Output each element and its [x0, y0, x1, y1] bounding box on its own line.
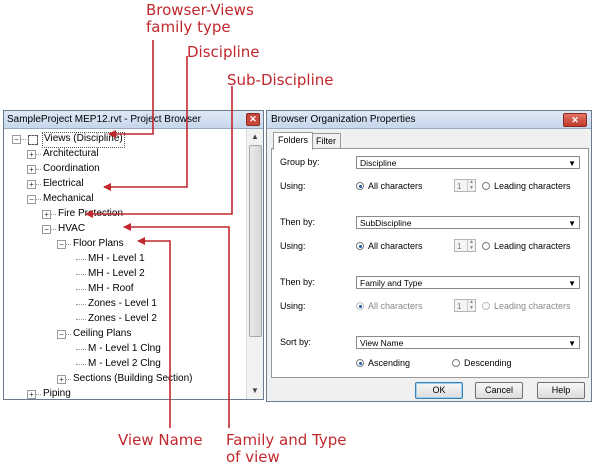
- using-label: Using:: [280, 241, 306, 251]
- close-icon[interactable]: ✕: [246, 113, 260, 126]
- leading-characters-label: Leading characters: [494, 301, 571, 311]
- tree-item[interactable]: Sections (Building Section): [73, 372, 193, 386]
- leading-characters-label: Leading characters: [494, 241, 571, 251]
- tree-item[interactable]: MH - Level 2: [88, 267, 145, 281]
- chevron-down-icon: ▼: [568, 279, 576, 288]
- sort-by-label: Sort by:: [280, 337, 312, 347]
- leading-characters-label: Leading characters: [494, 181, 571, 191]
- collapse-icon[interactable]: −: [42, 225, 51, 234]
- ok-button[interactable]: OK: [415, 382, 463, 399]
- ascending-radio[interactable]: [356, 359, 364, 367]
- collapse-icon[interactable]: −: [12, 135, 21, 144]
- expand-icon[interactable]: +: [57, 375, 66, 384]
- collapse-icon[interactable]: −: [27, 195, 36, 204]
- then-by-dropdown[interactable]: SubDiscipline ▼: [356, 216, 580, 229]
- char-count-stepper[interactable]: 1 ▲ ▼: [454, 239, 476, 252]
- using-label: Using:: [280, 301, 306, 311]
- views-icon: [28, 135, 38, 145]
- expand-icon[interactable]: +: [27, 150, 36, 159]
- collapse-icon[interactable]: −: [57, 240, 66, 249]
- chevron-down-icon: ▼: [568, 339, 576, 348]
- expand-icon[interactable]: +: [42, 210, 51, 219]
- char-count-stepper: 1 ▲ ▼: [454, 299, 476, 312]
- cancel-button[interactable]: Cancel: [475, 382, 523, 399]
- tree-item[interactable]: Views (Discipline): [42, 132, 125, 148]
- scroll-up-icon[interactable]: ▲: [248, 130, 262, 144]
- tree-item[interactable]: Coordination: [43, 162, 100, 176]
- tree-item[interactable]: Zones - Level 1: [88, 297, 157, 311]
- tree-item[interactable]: Architectural: [43, 147, 99, 161]
- tree-item[interactable]: Piping: [43, 387, 71, 399]
- project-browser-title: SampleProject MEP12.rvt - Project Browse…: [7, 114, 201, 125]
- dialog-title: Browser Organization Properties: [271, 114, 416, 125]
- group-by-dropdown[interactable]: Discipline ▼: [356, 156, 580, 169]
- project-browser-title-bar: SampleProject MEP12.rvt - Project Browse…: [4, 111, 263, 129]
- callout-family-and-type: Family and Type of view: [226, 431, 347, 466]
- tree-item[interactable]: MH - Level 1: [88, 252, 145, 266]
- collapse-icon[interactable]: −: [57, 330, 66, 339]
- expand-icon[interactable]: +: [27, 180, 36, 189]
- callout-view-name: View Name: [118, 431, 203, 449]
- group-by-label: Group by:: [280, 157, 320, 167]
- callout-sub-discipline: Sub-Discipline: [227, 71, 334, 89]
- help-button[interactable]: Help: [537, 382, 585, 399]
- tree-connector: [76, 319, 86, 320]
- tree-item[interactable]: Fire Protection: [58, 207, 123, 221]
- tree-connector: [76, 274, 86, 275]
- leading-characters-radio: [482, 302, 490, 310]
- project-browser-panel: SampleProject MEP12.rvt - Project Browse…: [3, 110, 264, 400]
- tree-item[interactable]: Electrical: [43, 177, 84, 191]
- tree-connector: [76, 349, 86, 350]
- tree-item[interactable]: M - Level 1 Clng: [88, 342, 161, 356]
- all-characters-label: All characters: [368, 301, 423, 311]
- tab-folders[interactable]: Folders: [273, 132, 314, 150]
- tree-item[interactable]: MH - Roof: [88, 282, 134, 296]
- chevron-down-icon: ▼: [568, 159, 576, 168]
- scroll-down-icon[interactable]: ▼: [248, 384, 262, 398]
- then-by-label: Then by:: [280, 277, 316, 287]
- all-characters-radio[interactable]: [356, 182, 364, 190]
- tree-connector: [76, 289, 86, 290]
- tab-filter[interactable]: Filter: [311, 133, 341, 149]
- tree-item[interactable]: Mechanical: [43, 192, 94, 206]
- tree-item[interactable]: Floor Plans: [73, 237, 124, 251]
- project-browser-tree[interactable]: − Views (Discipline) + Architectural + Coordi…: [4, 129, 247, 399]
- callout-discipline: Discipline: [187, 43, 260, 61]
- tree-connector: [76, 304, 86, 305]
- tree-item[interactable]: Zones - Level 2: [88, 312, 157, 326]
- descending-label: Descending: [464, 358, 512, 368]
- tree-connector: [76, 364, 86, 365]
- folders-panel: Group by: Discipline ▼ Using: All charact…: [271, 148, 589, 378]
- then-by-label: Then by:: [280, 217, 316, 227]
- all-characters-label: All characters: [368, 241, 423, 251]
- then-by-dropdown[interactable]: Family and Type ▼: [356, 276, 580, 289]
- leading-characters-radio[interactable]: [482, 242, 490, 250]
- tree-item[interactable]: HVAC: [58, 222, 85, 236]
- tree-item[interactable]: Ceiling Plans: [73, 327, 131, 341]
- all-characters-radio[interactable]: [356, 242, 364, 250]
- tree-connector: [76, 259, 86, 260]
- char-count-stepper[interactable]: 1 ▲ ▼: [454, 179, 476, 192]
- sort-by-dropdown[interactable]: View Name ▼: [356, 336, 580, 349]
- scrollbar[interactable]: ▲ ▼: [246, 129, 263, 399]
- chevron-down-icon: ▼: [568, 219, 576, 228]
- callout-browser-views-family-type: Browser-Views family type: [146, 1, 254, 36]
- dialog-title-bar: Browser Organization Properties ✕: [267, 111, 591, 129]
- all-characters-label: All characters: [368, 181, 423, 191]
- all-characters-radio: [356, 302, 364, 310]
- using-label: Using:: [280, 181, 306, 191]
- descending-radio[interactable]: [452, 359, 460, 367]
- ascending-label: Ascending: [368, 358, 411, 368]
- scrollbar-thumb[interactable]: [249, 145, 262, 337]
- leading-characters-radio[interactable]: [482, 182, 490, 190]
- browser-organization-dialog: Browser Organization Properties ✕ Folder…: [266, 110, 592, 402]
- expand-icon[interactable]: +: [27, 390, 36, 399]
- tree-item[interactable]: M - Level 2 Clng: [88, 357, 161, 371]
- expand-icon[interactable]: +: [27, 165, 36, 174]
- close-icon[interactable]: ✕: [563, 113, 587, 127]
